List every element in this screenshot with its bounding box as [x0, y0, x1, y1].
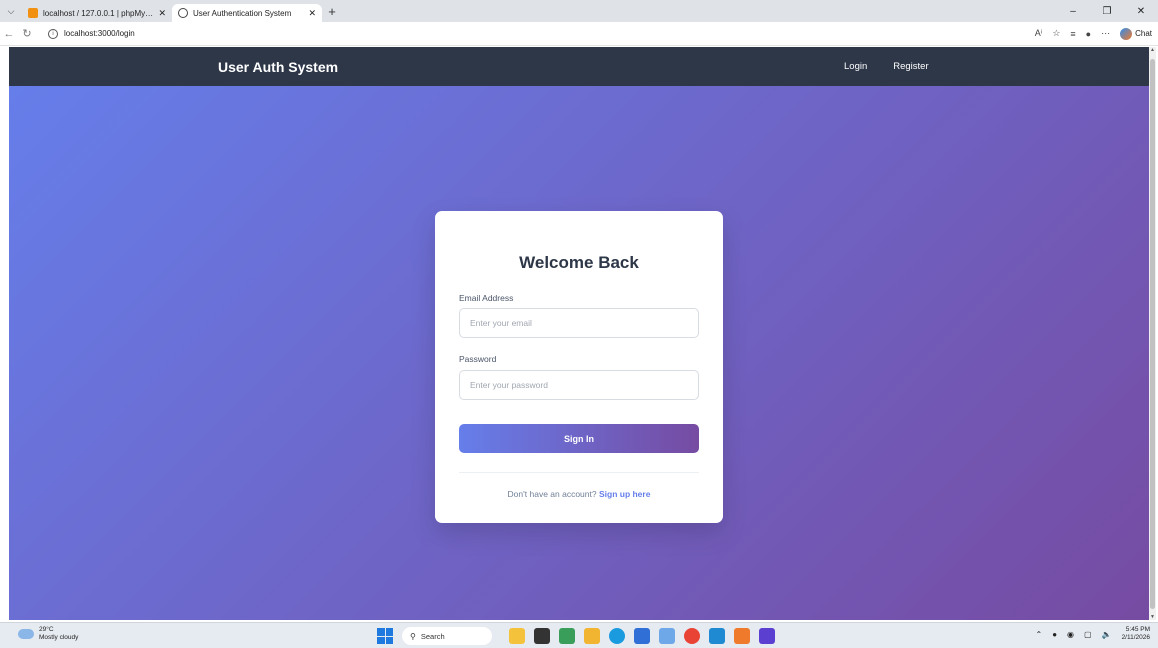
xampp-icon[interactable] [734, 628, 750, 644]
favorites-list-icon[interactable]: ≡ [1070, 29, 1075, 39]
profile-icon[interactable]: ● [1086, 29, 1091, 39]
password-label: Password [459, 354, 497, 364]
page-background: Welcome Back Email Address Password Sign… [9, 86, 1149, 620]
display-icon[interactable]: ▢ [1084, 630, 1092, 639]
back-icon[interactable]: ← [0, 28, 18, 40]
refresh-icon[interactable]: ↻ [18, 27, 36, 40]
browser-tab-strip: ⌵ localhost / 127.0.0.1 | phpMyAdmin ✕ U… [0, 0, 1158, 22]
more-options-icon[interactable]: ⋯ [1101, 28, 1110, 39]
sign-up-link[interactable]: Sign up here [599, 489, 650, 499]
weather-desc: Mostly cloudy [39, 634, 79, 641]
copilot-icon [1120, 27, 1133, 40]
phpmyadmin-favicon-icon [28, 8, 38, 18]
show-hidden-icons-chevron-icon[interactable]: ⌃ [1036, 630, 1043, 639]
search-icon: ⚲ [410, 631, 416, 641]
login-card: Welcome Back Email Address Password Sign… [435, 211, 723, 523]
url-field[interactable]: i localhost:3000/login [42, 25, 902, 42]
new-tab-icon[interactable]: + [322, 4, 342, 19]
site-info-icon[interactable]: i [48, 28, 58, 39]
nav-links: Login Register [844, 61, 955, 72]
task-view-icon[interactable] [534, 628, 550, 644]
email-label: Email Address [459, 293, 514, 303]
scroll-down-icon[interactable]: ▼ [1149, 614, 1156, 620]
edge-icon[interactable] [609, 628, 625, 644]
scrollbar-thumb[interactable] [1150, 59, 1155, 609]
password-field[interactable] [459, 370, 699, 400]
tab-phpmyadmin[interactable]: localhost / 127.0.0.1 | phpMyAdmin ✕ [22, 4, 172, 22]
page-scrollbar[interactable]: ▲ ▼ [1149, 47, 1156, 620]
divider [459, 472, 699, 473]
windows-taskbar: 29°C Mostly cloudy ⚲ Search ⌃ ● ◉ ▢ 🔈 5:… [0, 622, 1158, 648]
taskbar-center: ⚲ Search [377, 627, 775, 645]
clock-date: 2/11/2026 [1121, 634, 1150, 641]
system-tray: ⌃ ● ◉ ▢ 🔈 5:45 PM 2/11/2026 [1036, 626, 1151, 642]
copilot-chat-button[interactable]: Chat [1120, 27, 1152, 40]
app-icon[interactable] [759, 628, 775, 644]
tray-app-icon[interactable]: ● [1052, 630, 1057, 639]
volume-icon[interactable]: 🔈 [1102, 630, 1112, 639]
tab-title: User Authentication System [193, 8, 292, 18]
restore-icon[interactable]: ❐ [1090, 6, 1124, 17]
file-explorer-icon[interactable] [509, 628, 525, 644]
windows-start-icon[interactable] [377, 628, 393, 644]
email-field[interactable] [459, 308, 699, 338]
scroll-up-icon[interactable]: ▲ [1149, 47, 1156, 53]
cloud-icon [18, 629, 34, 639]
close-tab-icon[interactable]: ✕ [308, 8, 316, 19]
tab-actions-menu-icon[interactable]: ⌵ [0, 0, 22, 22]
vscode-icon[interactable] [709, 628, 725, 644]
photos-icon[interactable] [659, 628, 675, 644]
url-text: localhost:3000/login [64, 29, 135, 38]
favorite-star-icon[interactable]: ☆ [1052, 28, 1060, 39]
clock-time: 5:45 PM [1125, 626, 1150, 633]
globe-icon [178, 8, 188, 18]
network-icon[interactable]: ◉ [1067, 630, 1074, 639]
taskbar-search[interactable]: ⚲ Search [402, 627, 492, 645]
login-heading: Welcome Back [519, 253, 639, 272]
page-viewport: User Auth System Login Register Welcome … [9, 47, 1149, 620]
site-brand[interactable]: User Auth System [218, 59, 338, 75]
chat-label: Chat [1135, 29, 1152, 38]
weather-widget[interactable]: 29°C Mostly cloudy [18, 626, 78, 642]
nav-link-login[interactable]: Login [844, 61, 867, 72]
chrome-icon[interactable] [684, 628, 700, 644]
clock[interactable]: 5:45 PM 2/11/2026 [1122, 626, 1150, 642]
close-tab-icon[interactable]: ✕ [158, 8, 166, 19]
weather-temp: 29°C [39, 626, 54, 633]
tab-user-auth[interactable]: User Authentication System ✕ [172, 4, 322, 22]
browser-toolbar: Aⁱ ☆ ≡ ● ⋯ Chat [1035, 27, 1158, 40]
sign-in-button[interactable]: Sign In [459, 424, 699, 453]
site-navbar: User Auth System Login Register [9, 47, 1149, 86]
store-icon[interactable] [634, 628, 650, 644]
address-bar-row: ← ↻ i localhost:3000/login Aⁱ ☆ ≡ ● ⋯ Ch… [0, 22, 1158, 46]
widgets-icon[interactable] [559, 628, 575, 644]
minimize-icon[interactable]: – [1056, 6, 1090, 17]
signup-prompt-text: Don't have an account? [507, 489, 597, 499]
nav-link-register[interactable]: Register [893, 61, 928, 72]
read-aloud-icon[interactable]: Aⁱ [1035, 28, 1043, 39]
search-label: Search [420, 631, 445, 641]
signup-prompt: Don't have an account? Sign up here [435, 489, 723, 499]
close-window-icon[interactable]: ✕ [1124, 6, 1158, 17]
tab-title: localhost / 127.0.0.1 | phpMyAdmin [43, 8, 153, 18]
window-controls: – ❐ ✕ [1056, 0, 1158, 22]
folder-icon[interactable] [584, 628, 600, 644]
